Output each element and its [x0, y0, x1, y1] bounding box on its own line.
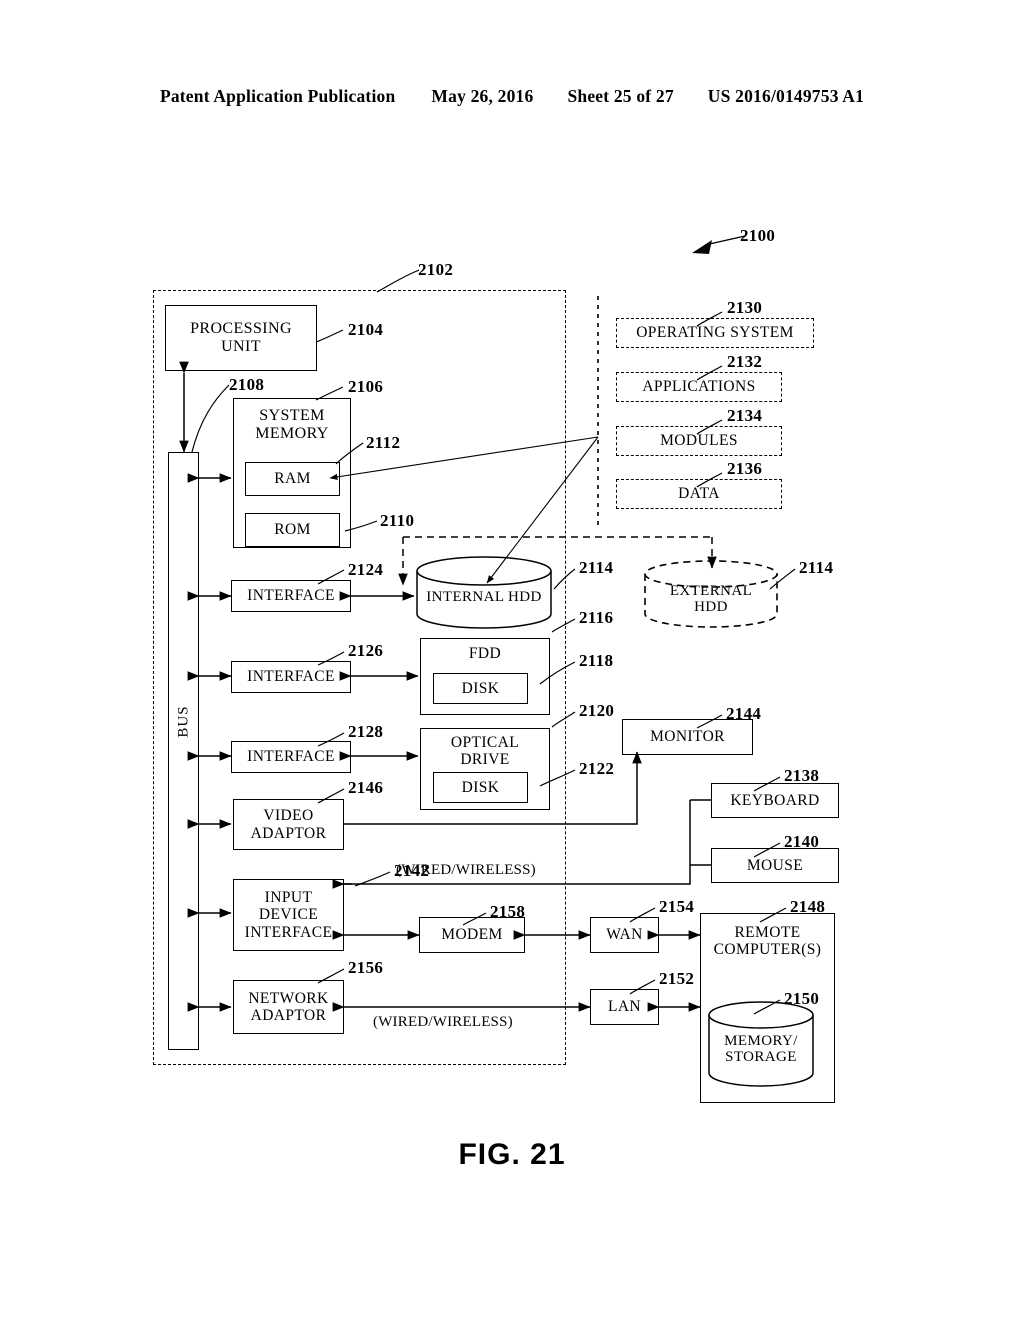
- ref-2148: 2148: [790, 897, 826, 916]
- ref-2112: 2112: [366, 433, 401, 452]
- optical-disk-box: DISK: [433, 772, 528, 803]
- processing-unit-label: PROCESSING UNIT: [190, 320, 292, 355]
- modem-label: MODEM: [441, 926, 503, 944]
- internal-hdd-label: INTERNAL HDD: [426, 589, 542, 606]
- ref-2108: 2108: [229, 375, 265, 394]
- external-hdd-label: EXTERNAL HDD: [669, 582, 753, 616]
- ref-2138: 2138: [784, 766, 820, 785]
- optical-disk-label: DISK: [461, 778, 500, 796]
- ref-2118: 2118: [579, 651, 614, 670]
- ref-2152: 2152: [659, 969, 695, 988]
- ref-2146: 2146: [348, 778, 384, 797]
- ref-2100: 2100: [740, 226, 776, 245]
- interface-optical-box: INTERFACE: [231, 741, 351, 773]
- wan-box: WAN: [590, 917, 659, 953]
- monitor-label: MONITOR: [650, 728, 725, 746]
- ref-2102: 2102: [418, 260, 454, 279]
- ref-2116: 2116: [579, 608, 614, 627]
- video-adaptor-box: VIDEO ADAPTOR: [233, 799, 344, 850]
- ref-2134: 2134: [727, 406, 763, 425]
- ram-box: RAM: [245, 462, 340, 496]
- operating-system-label: OPERATING SYSTEM: [636, 324, 794, 342]
- ref-2120: 2120: [579, 701, 615, 720]
- interface-fdd-label: INTERFACE: [247, 668, 335, 686]
- modules-label: MODULES: [660, 432, 738, 450]
- ref-2128: 2128: [348, 722, 384, 741]
- keyboard-label: KEYBOARD: [730, 791, 820, 809]
- fdd-label: FDD: [468, 645, 502, 662]
- internal-hdd-box: INTERNAL HDD: [417, 557, 551, 628]
- modem-box: MODEM: [419, 917, 525, 953]
- figure-caption: FIG. 21: [458, 1138, 566, 1171]
- data-box: DATA: [616, 479, 782, 509]
- ref-2130: 2130: [727, 298, 763, 317]
- memory-storage-label: MEMORY/ STORAGE: [724, 1032, 798, 1066]
- ref-2132: 2132: [727, 352, 763, 371]
- ref-2144: 2144: [726, 704, 762, 723]
- mouse-label: MOUSE: [746, 856, 804, 874]
- system-memory-label: SYSTEM MEMORY: [255, 407, 329, 442]
- mouse-box: MOUSE: [711, 848, 839, 883]
- fdd-disk-label: DISK: [461, 679, 500, 697]
- interface-hdd-label: INTERFACE: [247, 587, 335, 605]
- data-label: DATA: [678, 485, 720, 503]
- external-hdd-box: EXTERNAL HDD: [645, 561, 777, 627]
- operating-system-box: OPERATING SYSTEM: [616, 318, 814, 348]
- keyboard-box: KEYBOARD: [711, 783, 839, 818]
- video-adaptor-label: VIDEO ADAPTOR: [250, 807, 327, 842]
- remote-computers-label: REMOTE COMPUTER(S): [713, 924, 822, 959]
- bus-label-wrap: BUS: [176, 682, 193, 762]
- interface-fdd-box: INTERFACE: [231, 661, 351, 693]
- input-device-interface-label: INPUT DEVICE INTERFACE: [244, 888, 333, 941]
- lan-box: LAN: [590, 989, 659, 1025]
- ref-2124: 2124: [348, 560, 384, 579]
- ref-2154: 2154: [659, 897, 695, 916]
- ref-2106: 2106: [348, 377, 384, 396]
- ref-2126: 2126: [348, 641, 384, 660]
- ref-2122: 2122: [579, 759, 615, 778]
- ref-2136: 2136: [727, 459, 763, 478]
- fdd-disk-box: DISK: [433, 673, 528, 704]
- ref-2104: 2104: [348, 320, 384, 339]
- memory-storage-box: MEMORY/ STORAGE: [709, 1002, 813, 1086]
- ref-2156: 2156: [348, 958, 384, 977]
- bus-label: BUS: [175, 705, 192, 738]
- applications-label: APPLICATIONS: [642, 378, 756, 396]
- processing-unit-box: PROCESSING UNIT: [165, 305, 317, 371]
- network-adaptor-label: NETWORK ADAPTOR: [248, 989, 329, 1024]
- applications-box: APPLICATIONS: [616, 372, 782, 402]
- ref-2140: 2140: [784, 832, 820, 851]
- rom-box: ROM: [245, 513, 340, 547]
- ref-2114-external: 2114: [799, 558, 834, 577]
- monitor-box: MONITOR: [622, 719, 753, 755]
- ref-2114-internal: 2114: [579, 558, 614, 577]
- optical-drive-label: OPTICAL DRIVE: [450, 734, 520, 769]
- ref-2158: 2158: [490, 902, 526, 921]
- interface-optical-label: INTERFACE: [247, 748, 335, 766]
- network-adaptor-box: NETWORK ADAPTOR: [233, 980, 344, 1034]
- ref-2110: 2110: [380, 511, 415, 530]
- modules-box: MODULES: [616, 426, 782, 456]
- ref-2150: 2150: [784, 989, 820, 1008]
- lan-label: LAN: [607, 998, 642, 1016]
- wired-wireless-bottom-label: (WIRED/WIRELESS): [373, 1014, 513, 1030]
- rom-label: ROM: [274, 521, 311, 539]
- interface-hdd-box: INTERFACE: [231, 580, 351, 612]
- input-device-interface-box: INPUT DEVICE INTERFACE: [233, 879, 344, 951]
- wired-wireless-top-label: (WIRED/WIRELESS): [396, 862, 536, 878]
- ram-label: RAM: [274, 470, 311, 488]
- wan-label: WAN: [606, 926, 643, 944]
